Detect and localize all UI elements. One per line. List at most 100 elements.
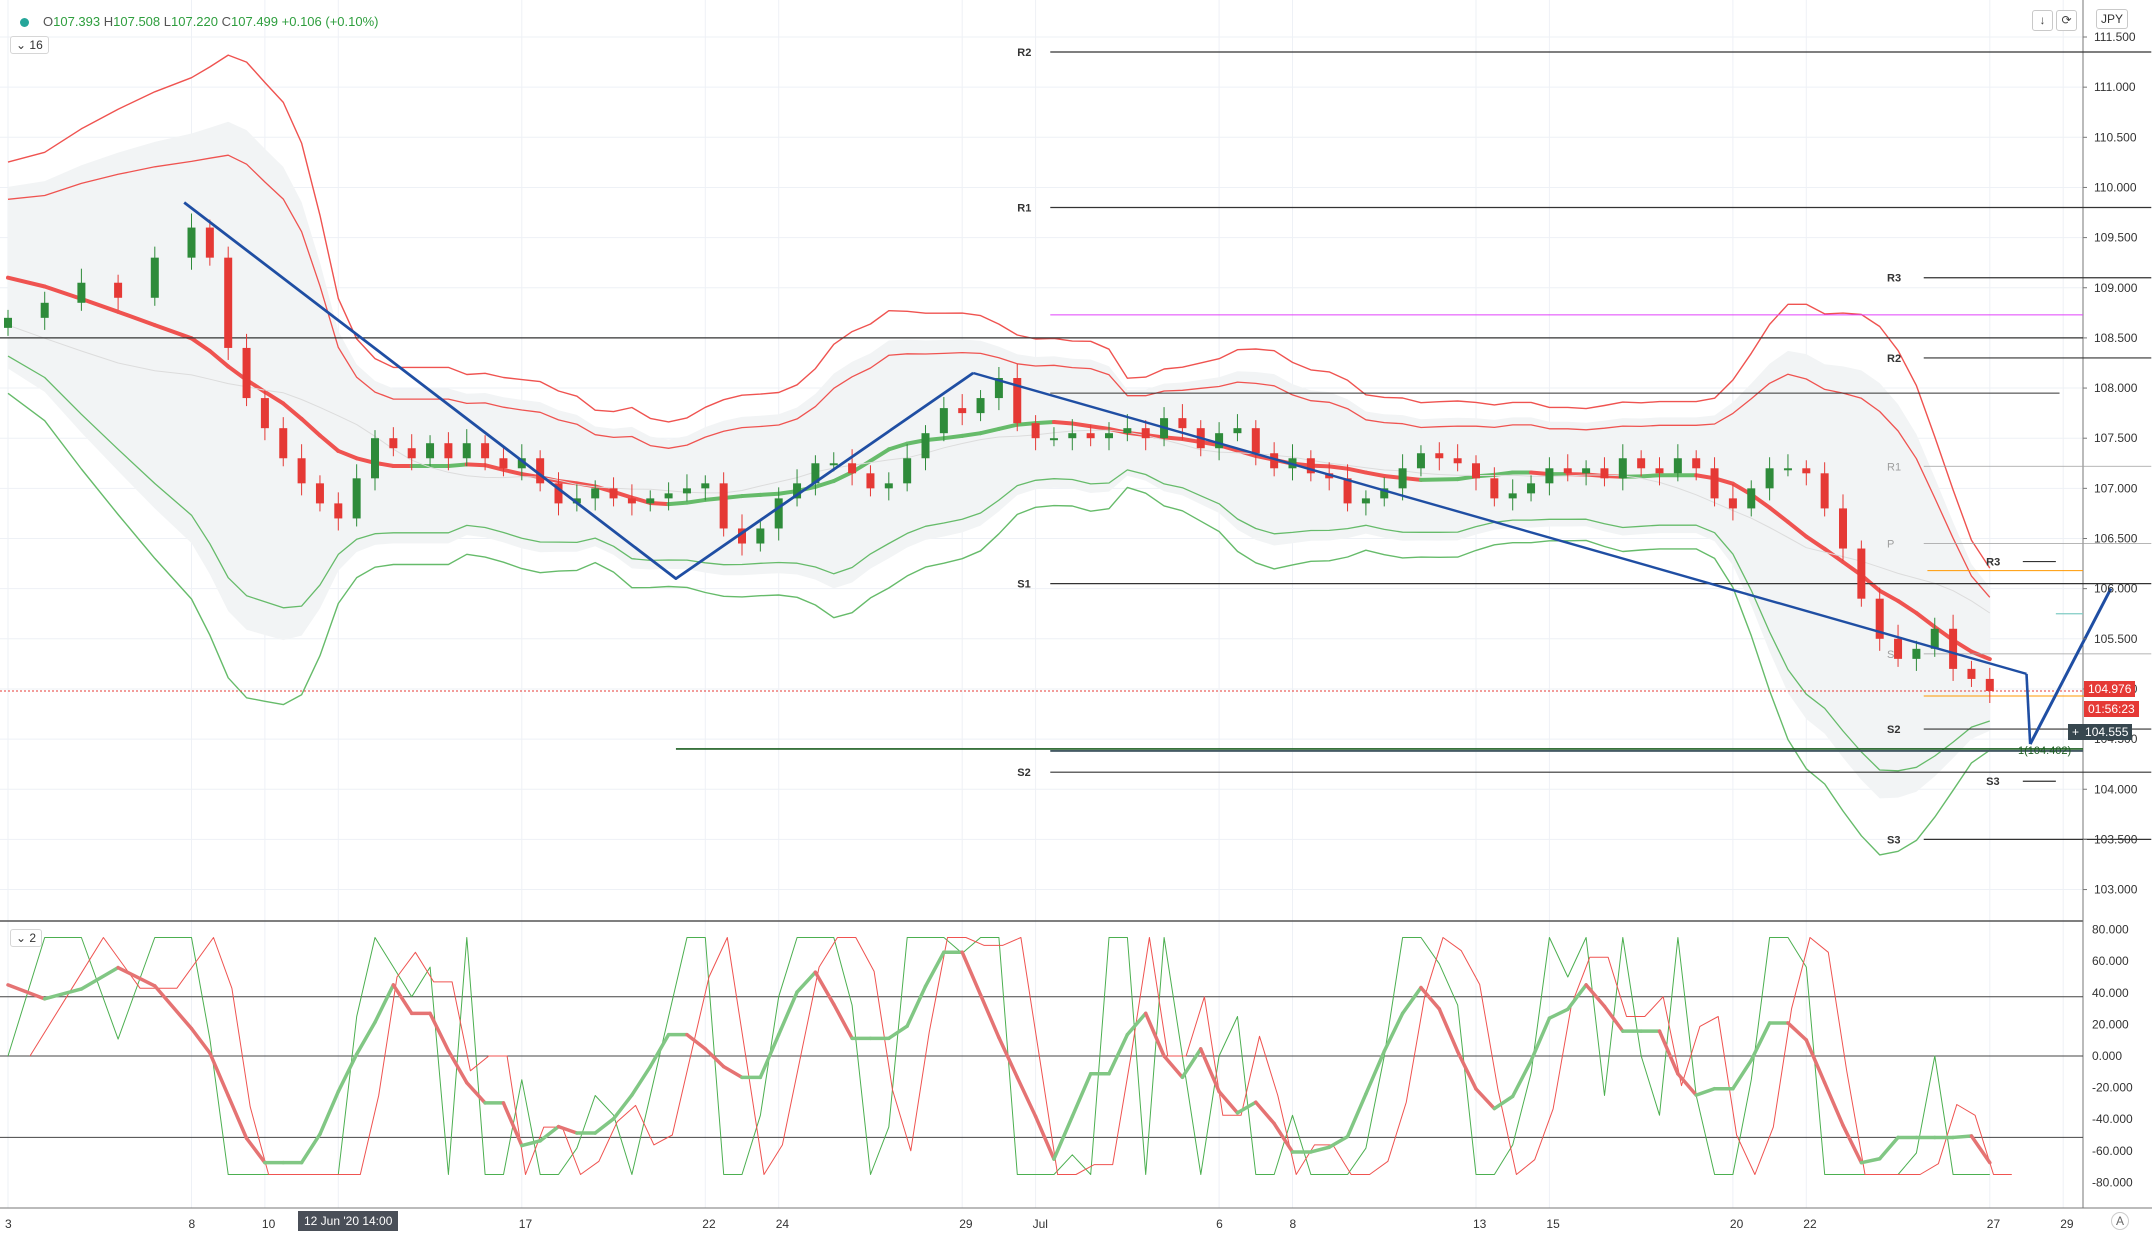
moving-average-segment [1070, 421, 1093, 429]
candle-body [1178, 418, 1187, 429]
candle-body [646, 498, 655, 504]
candle-body [1802, 468, 1811, 474]
legend-change: +0.106 (+0.10%) [281, 14, 379, 29]
oscillator-slow-segment [1143, 1011, 1166, 1058]
price-axis-label: 104.000 [2094, 782, 2138, 796]
oscillator-axis-label: 40.000 [2092, 986, 2129, 1000]
candle-body [224, 257, 233, 348]
monthly-pivot-label-s1: S1 [1017, 579, 1030, 591]
time-axis-label: Jul [1033, 1217, 1048, 1231]
add-alert-icon[interactable]: + [2072, 725, 2079, 739]
daily-pivot-label-r3: R3 [1986, 557, 2000, 569]
candle-body [481, 443, 490, 459]
moving-average-segment [1492, 470, 1515, 477]
oscillator-slow-segment [776, 990, 799, 1037]
monthly-pivot-label-s2: S2 [1017, 767, 1030, 779]
oscillator-slow-segment [556, 1124, 579, 1135]
monthly-pivot-label-r1: R1 [1017, 203, 1031, 215]
daily-pivot-label-s3: S3 [1986, 776, 1999, 788]
candle-body [462, 443, 471, 459]
crosshair-price-value: 104.555 [2085, 725, 2129, 739]
oscillator-slow-segment [1107, 1032, 1130, 1076]
oscillator-slow-segment [1437, 1007, 1460, 1054]
candle-body [1747, 488, 1756, 509]
candle-body [1563, 468, 1572, 474]
oscillator-slow-segment [1162, 1054, 1185, 1080]
oscillator-slow-segment [1419, 985, 1442, 1011]
oscillator-slow-segment [978, 993, 1001, 1040]
moving-average-segment [941, 433, 965, 441]
price-chart[interactable]: 1(104.402)R2R1S1S2R3R2R1PS1S2S3R3S3111.5… [0, 0, 2152, 1241]
legend-open: 107.393 [53, 14, 101, 29]
candle-body [242, 347, 251, 399]
weekly-pivot-label-r1: R1 [1887, 461, 1901, 473]
oscillator-slow-segment [1474, 1087, 1497, 1111]
oscillator-slow-segment [1877, 1135, 1900, 1161]
legend-close: 107.499 [231, 14, 279, 29]
weekly-pivot-label-s2: S2 [1887, 724, 1900, 736]
candle-body [682, 488, 691, 494]
weekly-pivot-label-p: P [1887, 539, 1894, 551]
oscillator-slow-segment [1749, 1021, 1772, 1063]
currency-label[interactable]: JPY [2096, 9, 2129, 29]
indicators-collapse-button[interactable]: ⌄ 16 [10, 36, 49, 54]
oscillator-slow-segment [391, 983, 414, 1016]
candle-body [756, 528, 765, 544]
candle-body [1949, 628, 1958, 669]
candle-body [40, 302, 49, 318]
candle-body [774, 498, 783, 529]
oscillator-count: 2 [29, 931, 37, 945]
weekly-pivot-label-r2: R2 [1887, 353, 1901, 365]
candle-body [1985, 678, 1994, 691]
oscillator-slow-segment [905, 984, 928, 1028]
time-axis-label: 22 [702, 1217, 716, 1231]
oscillator-axis-label: -60.000 [2092, 1144, 2133, 1158]
oscillator-slow-segment [648, 1032, 671, 1069]
oscillator-slow-segment [1822, 1080, 1845, 1128]
moving-average-segment [446, 462, 469, 468]
oscillator-slow-segment [189, 1026, 212, 1055]
weekly-pivot-label-s3: S3 [1887, 834, 1900, 846]
candle-body [1508, 493, 1517, 499]
time-axis-label: 27 [1987, 1217, 2001, 1231]
oscillator-slow-segment [611, 1093, 634, 1121]
refresh-icon[interactable]: ⟳ [2056, 10, 2077, 31]
candle-body [1673, 458, 1682, 474]
moving-average-segment [666, 500, 689, 507]
candle-body [1857, 548, 1866, 599]
oscillator-collapse-button[interactable]: ⌄ 2 [10, 929, 43, 947]
oscillator-slow-segment [428, 1011, 451, 1053]
candle-body [1435, 453, 1444, 459]
time-axis-label: 17 [519, 1217, 533, 1231]
weekly-pivot-label-r3: R3 [1887, 273, 1901, 285]
crosshair-price-tag: +104.555 [2068, 724, 2133, 740]
ohlc-legend: O107.393 H107.508 L107.220 C107.499 +0.1… [20, 14, 379, 29]
oscillator-slow-segment [1492, 1094, 1515, 1111]
price-axis-label: 103.000 [2094, 883, 2138, 897]
time-axis-label: 22 [1803, 1217, 1817, 1231]
symbol-status-icon [20, 18, 29, 28]
candle-body [1600, 468, 1609, 479]
time-axis-label: 8 [189, 1217, 196, 1231]
fib-target-label: 1(104.402) [2018, 745, 2071, 757]
moving-average-segment [758, 491, 781, 497]
candle-body [958, 408, 967, 414]
candle-body [1031, 423, 1040, 439]
oscillator-slow-segment [1786, 1021, 1809, 1042]
candle-body [4, 317, 12, 328]
pane-toolbar: ↓ ⟳ [2032, 10, 2077, 31]
candle-body [444, 443, 453, 459]
auto-scale-button[interactable]: A [2111, 1212, 2129, 1230]
oscillator-slow-segment [997, 1035, 1019, 1080]
candle-body [1361, 498, 1370, 504]
scroll-down-icon[interactable]: ↓ [2032, 10, 2053, 31]
oscillator-slow-segment [1455, 1049, 1478, 1091]
oscillator-slow-segment [1951, 1134, 1974, 1140]
time-axis-label: 10 [262, 1217, 276, 1231]
time-axis-label: 20 [1730, 1217, 1744, 1231]
candle-body [1105, 433, 1113, 439]
oscillator-axis-label: -40.000 [2092, 1112, 2133, 1126]
oscillator-axis-label: 20.000 [2092, 1017, 2129, 1031]
oscillator-slow-segment [795, 970, 818, 994]
price-axis-label: 109.000 [2094, 281, 2138, 295]
